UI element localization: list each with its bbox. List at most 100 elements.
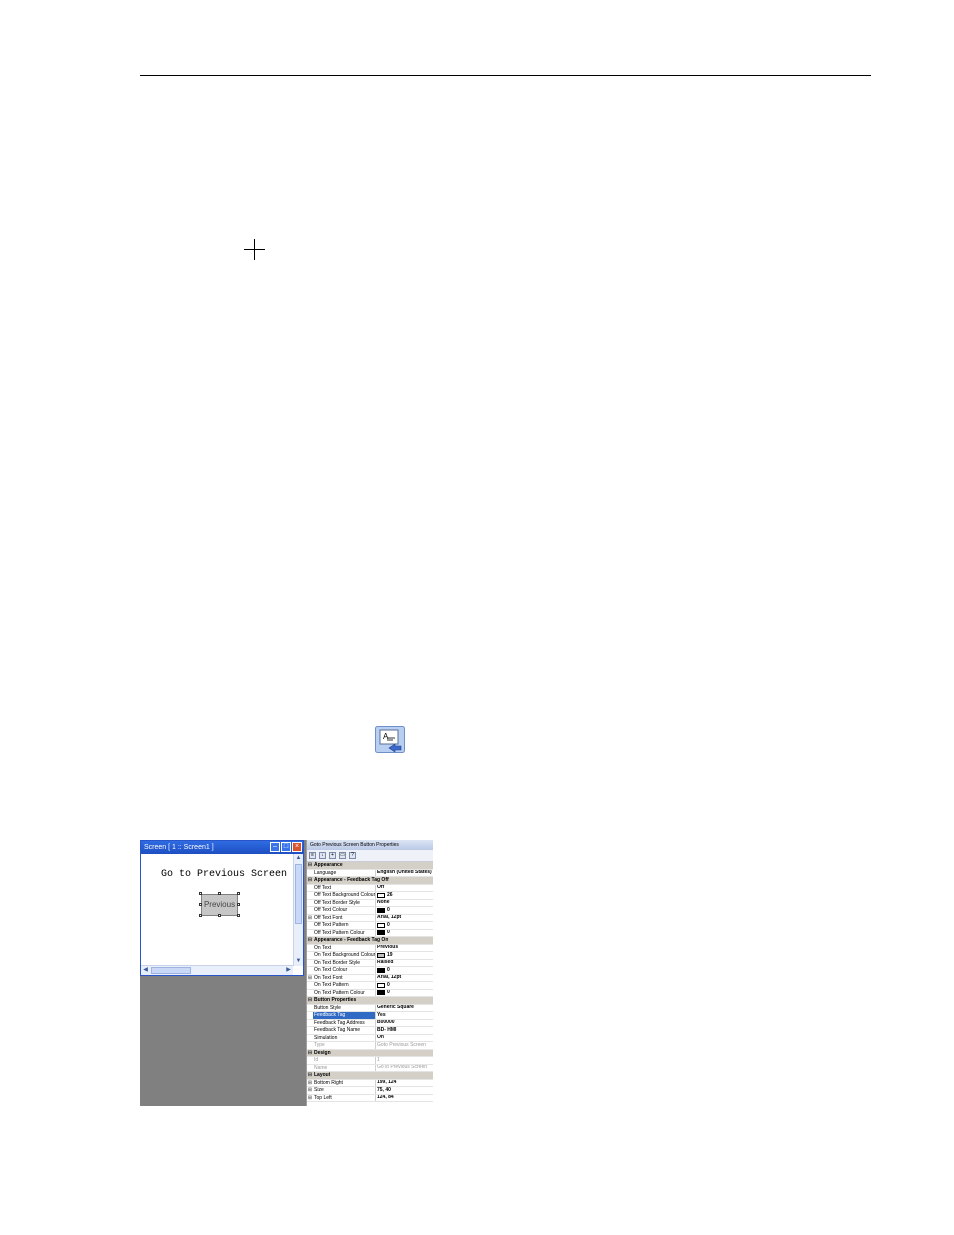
property-category[interactable]: ⊟ Button Properties [307,997,433,1005]
property-row[interactable]: Off Text Pattern Colour 0 [307,929,433,937]
property-value[interactable]: 19 [376,952,433,959]
property-row[interactable]: Off Text Colour 0 [307,907,433,915]
property-row[interactable]: Off Text Off [307,884,433,892]
property-row[interactable]: Simulation On [307,1034,433,1042]
property-row[interactable]: ⊞ On Text Font Arial, 12pt [307,974,433,982]
property-row[interactable]: Feedback Tag Name BD- HMI [307,1027,433,1035]
property-row[interactable]: Type Goto Previous Screen [307,1042,433,1050]
property-row[interactable]: ⊞ Size 75, 40 [307,1087,433,1095]
alphabetical-icon[interactable]: ↓ [319,852,326,859]
property-row[interactable]: Language English (United States) [307,869,433,877]
property-name: Feedback Tag Address [313,1019,376,1026]
screen-window-title: Screen [ 1 :: Screen1 ] – □ × [141,841,303,854]
scroll-down-icon[interactable]: ▼ [294,957,303,966]
property-value[interactable]: BD- HMI [376,1027,433,1034]
close-button[interactable]: × [292,842,302,852]
property-value[interactable]: 0 [376,982,433,989]
property-category[interactable]: ⊟ Layout [307,1072,433,1080]
vertical-scrollbar[interactable]: ▲ ▼ [293,854,303,966]
property-value[interactable]: GoTo Previous Screen [376,1065,433,1072]
property-value[interactable]: Raised [376,960,433,967]
property-value-text: 0 [387,967,390,973]
minimize-button[interactable]: – [270,842,280,852]
property-row[interactable]: Feedback Tag Yes [307,1012,433,1020]
resize-handle[interactable] [199,903,202,906]
property-row[interactable]: ⊞ Bottom Right 199, 124 [307,1079,433,1087]
resize-handle[interactable] [199,892,202,895]
property-row[interactable]: Id 1 [307,1057,433,1065]
property-row[interactable]: On Text Pattern Colour 0 [307,989,433,997]
property-value[interactable]: Arial, 12pt [376,975,433,982]
property-value[interactable]: 124, 84 [376,1095,433,1102]
resize-handle[interactable] [218,914,221,917]
maximize-button[interactable]: □ [281,842,291,852]
property-category[interactable]: ⊟ Design [307,1049,433,1057]
resize-handle[interactable] [237,914,240,917]
scroll-right-icon[interactable]: ▶ [284,966,293,975]
property-value[interactable]: 199, 124 [376,1080,433,1087]
property-name: Off Text Font [313,914,376,921]
goto-previous-screen-tool-icon[interactable]: A [375,726,405,753]
color-swatch [377,907,385,913]
help-icon[interactable]: ? [349,852,356,859]
property-value[interactable]: Yes [376,1012,433,1019]
property-value[interactable]: Arial, 12pt [376,915,433,922]
previous-button[interactable]: Previous [201,894,238,916]
property-value[interactable]: 26 [376,892,433,899]
property-value-text: 124, 84 [377,1094,394,1101]
property-row[interactable]: On Text Previous [307,944,433,952]
resize-handle[interactable] [199,914,202,917]
property-value[interactable]: On [376,1035,433,1042]
screen-canvas[interactable]: Go to Previous Screen Previous [141,854,293,966]
property-value[interactable]: 1 [376,1057,433,1064]
horizontal-scroll-thumb[interactable] [151,967,191,974]
property-pages-icon[interactable]: ▭ [339,852,346,859]
property-category[interactable]: ⊟ Appearance - Feedback Tag Off [307,877,433,885]
property-value[interactable]: 0 [376,930,433,937]
property-name: Off Text Background Colour [314,892,376,899]
property-row[interactable]: Off Text Pattern 0 [307,922,433,930]
property-row[interactable]: Feedback Tag Address B00000 [307,1019,433,1027]
property-value-text: Arial, 12pt [377,974,402,981]
horizontal-scrollbar[interactable]: ◀ ▶ [141,965,293,975]
property-row[interactable]: On Text Pattern 0 [307,982,433,990]
property-category[interactable]: ⊟ Appearance - Feedback Tag On [307,937,433,945]
expand-all-icon[interactable]: + [329,852,336,859]
resize-handle[interactable] [237,903,240,906]
resize-handle[interactable] [237,892,240,895]
property-row[interactable]: On Text Border Style Raised [307,959,433,967]
categorized-icon[interactable]: ≡ [309,852,316,859]
resize-handle[interactable] [218,892,221,895]
property-value-text: English (United States) [377,869,432,876]
color-swatch [377,982,385,988]
property-value[interactable]: B00000 [376,1020,433,1027]
property-row[interactable]: On Text Background Colour 19 [307,952,433,960]
property-value[interactable]: Off [376,885,433,892]
property-row[interactable]: On Text Colour 0 [307,967,433,975]
property-value[interactable]: 75, 40 [376,1087,433,1094]
property-value[interactable]: 0 [376,907,433,914]
property-value[interactable]: Goto Previous Screen [376,1042,433,1049]
crosshair-cursor-icon [244,239,265,260]
property-category[interactable]: ⊟ Appearance [307,862,433,870]
property-row[interactable]: ⊞ Top Left 124, 84 [307,1094,433,1102]
property-value[interactable]: Generic Square [376,1005,433,1012]
property-value[interactable]: 0 [376,990,433,997]
property-row[interactable]: ⊞ Off Text Font Arial, 12pt [307,914,433,922]
property-name: Design [314,1049,331,1056]
scroll-left-icon[interactable]: ◀ [141,966,150,975]
property-value[interactable]: None [376,900,433,907]
vertical-scroll-thumb[interactable] [295,864,302,924]
property-row[interactable]: Off Text Background Colour 26 [307,892,433,900]
property-value-text: BD- HMI [377,1027,397,1033]
property-value[interactable]: 0 [376,922,433,929]
property-row[interactable]: Button Style Generic Square [307,1004,433,1012]
property-name: On Text Pattern [313,982,376,989]
color-swatch [377,967,385,973]
scroll-up-icon[interactable]: ▲ [294,854,303,863]
property-value[interactable]: English (United States) [376,870,433,877]
property-row[interactable]: Name GoTo Previous Screen [307,1064,433,1072]
property-value[interactable]: Previous [376,945,433,952]
property-value[interactable]: 0 [376,967,433,974]
property-row[interactable]: Off Text Border Style None [307,899,433,907]
